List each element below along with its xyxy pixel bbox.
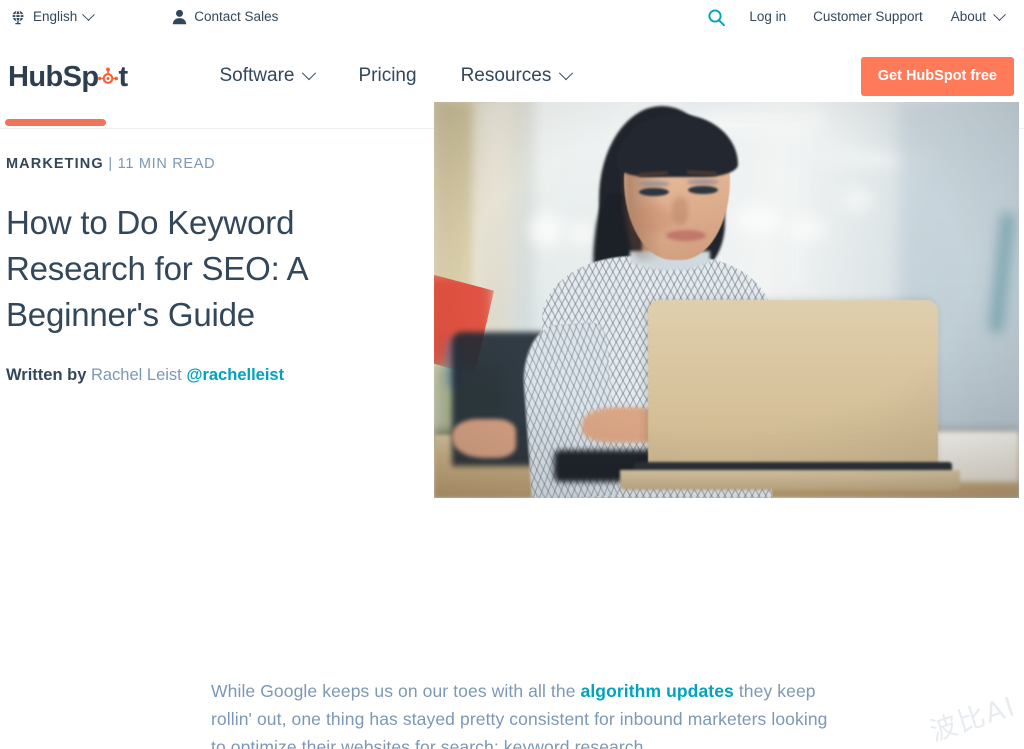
- logo-text-after: t: [118, 61, 127, 94]
- nav-item-pricing-label: Pricing: [358, 65, 416, 87]
- article-byline: Written by Rachel Leist @rachelleist: [6, 366, 412, 385]
- about-label: About: [951, 10, 986, 24]
- nav-item-software-label: Software: [220, 65, 295, 87]
- nav-item-software[interactable]: Software: [198, 65, 337, 87]
- article-content: MARKETING | 11 MIN READ How to Do Keywor…: [0, 129, 1024, 385]
- nav-item-resources[interactable]: Resources: [439, 65, 594, 87]
- watermark: 波比AI: [924, 684, 1020, 748]
- search-icon: [707, 8, 726, 27]
- get-hubspot-free-button[interactable]: Get HubSpot free: [861, 57, 1014, 96]
- chevron-down-icon: [559, 66, 573, 80]
- algorithm-updates-link[interactable]: algorithm updates: [580, 681, 733, 701]
- chevron-down-icon: [82, 8, 95, 21]
- article-category: MARKETING: [6, 156, 104, 172]
- login-label: Log in: [749, 10, 786, 24]
- globe-icon: [10, 9, 26, 25]
- chevron-down-icon: [302, 66, 316, 80]
- eyebrow-separator: |: [104, 156, 118, 172]
- byline-twitter-handle[interactable]: @rachelleist: [186, 366, 284, 384]
- contact-sales-link[interactable]: Contact Sales: [164, 9, 286, 25]
- byline-author[interactable]: Rachel Leist: [91, 366, 182, 384]
- contact-sales-label: Contact Sales: [194, 10, 278, 24]
- nav-item-pricing[interactable]: Pricing: [336, 65, 438, 87]
- login-link[interactable]: Log in: [735, 10, 799, 24]
- customer-support-link[interactable]: Customer Support: [799, 10, 937, 24]
- customer-support-label: Customer Support: [813, 10, 923, 24]
- hero-image-canvas: [434, 102, 1019, 498]
- language-label: English: [33, 10, 77, 24]
- chevron-down-icon: [993, 8, 1006, 21]
- article-eyebrow: MARKETING | 11 MIN READ: [6, 156, 412, 172]
- body-paragraph-1: While Google keeps us on our toes with a…: [211, 677, 841, 749]
- nav-links: Software Pricing Resources: [198, 65, 594, 87]
- page-title: How to Do Keyword Research for SEO: A Be…: [6, 200, 316, 338]
- search-button[interactable]: [701, 8, 735, 27]
- language-selector[interactable]: English: [8, 9, 101, 25]
- byline-prefix: Written by: [6, 366, 86, 384]
- about-menu[interactable]: About: [937, 10, 1010, 24]
- utility-bar-right: Log in Customer Support About: [701, 8, 1010, 27]
- hubspot-logo[interactable]: HubSp t: [8, 61, 128, 94]
- p1-part1: While Google keeps us on our toes with a…: [211, 681, 580, 701]
- article-read-time: 11 MIN READ: [118, 156, 216, 172]
- utility-bar: English Contact Sales Log in Customer Su…: [0, 0, 1024, 34]
- hero-image: [434, 102, 1019, 498]
- utility-bar-left: English Contact Sales: [8, 9, 286, 25]
- nav-item-resources-label: Resources: [461, 65, 552, 87]
- article-header: MARKETING | 11 MIN READ How to Do Keywor…: [0, 156, 412, 385]
- article-body: While Google keeps us on our toes with a…: [211, 677, 841, 749]
- logo-text-before: HubSp: [8, 61, 98, 94]
- hubspot-sprocket-icon: [98, 62, 118, 82]
- reading-progress-fill: [5, 119, 106, 126]
- person-icon: [172, 9, 187, 25]
